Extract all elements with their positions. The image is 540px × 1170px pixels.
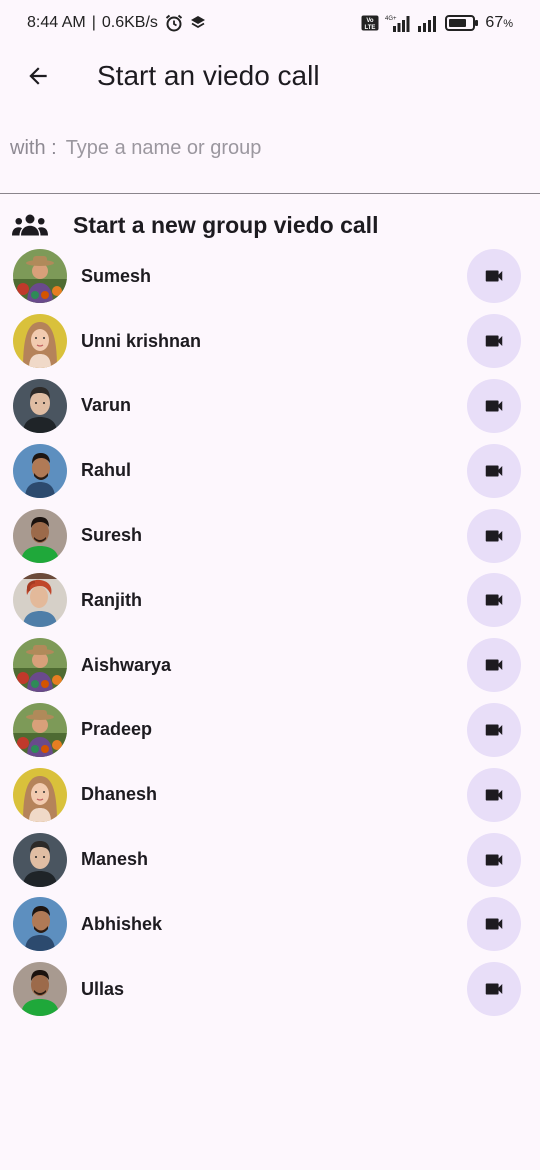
contact-name: Varun	[81, 395, 132, 416]
video-call-button[interactable]	[467, 508, 521, 563]
alarm-icon	[164, 13, 184, 33]
svg-text:Vo: Vo	[367, 18, 375, 24]
contact-row[interactable]: Suresh	[0, 503, 540, 568]
avatar	[13, 832, 67, 887]
page-title: Start an viedo call	[97, 60, 320, 91]
contact-name: Rahul	[81, 460, 132, 481]
avatar	[13, 962, 67, 1017]
volte-icon: Vo LTE	[361, 15, 379, 31]
avatar	[13, 443, 67, 498]
layers-icon	[190, 15, 206, 31]
avatar	[13, 638, 67, 693]
videocam-icon	[485, 465, 503, 477]
with-label: with :	[10, 136, 57, 159]
status-left: 8:44 AM | 0.6KB/s	[27, 13, 206, 33]
group-icon	[12, 213, 48, 237]
status-bar: 8:44 AM | 0.6KB/s Vo LTE 4G+ 67%	[0, 0, 540, 46]
status-separator: |	[91, 14, 96, 31]
status-right: Vo LTE 4G+ 67%	[361, 14, 513, 32]
video-call-button[interactable]	[467, 832, 521, 887]
videocam-icon	[485, 270, 503, 282]
videocam-icon	[485, 335, 503, 347]
contact-row[interactable]: Sumesh	[0, 244, 540, 309]
contact-name: Manesh	[81, 849, 149, 870]
app-bar: Start an viedo call	[0, 46, 540, 106]
contact-row[interactable]: Aishwarya	[0, 633, 540, 698]
contact-name: Ullas	[81, 978, 125, 999]
video-call-button[interactable]	[467, 638, 521, 693]
contact-list: Sumesh Unni krishnan Varun Rahul Suresh …	[0, 244, 540, 1022]
back-button[interactable]	[13, 51, 63, 101]
videocam-icon	[485, 724, 503, 736]
contact-row[interactable]: Pradeep	[0, 698, 540, 763]
video-call-button[interactable]	[467, 573, 521, 628]
videocam-icon	[485, 400, 503, 412]
videocam-icon	[485, 530, 503, 542]
arrow-left-icon	[29, 67, 47, 85]
video-call-button[interactable]	[467, 314, 521, 369]
contact-name: Aishwarya	[81, 654, 172, 675]
svg-text:LTE: LTE	[365, 25, 376, 31]
avatar	[13, 249, 67, 304]
contact-row[interactable]: Unni krishnan	[0, 309, 540, 374]
avatar	[13, 508, 67, 563]
videocam-icon	[485, 983, 503, 995]
signal-icon: 4G+	[385, 14, 411, 32]
contact-name: Abhishek	[81, 913, 163, 934]
videocam-icon	[485, 659, 503, 671]
contact-row[interactable]: Dhanesh	[0, 762, 540, 827]
video-call-button[interactable]	[467, 897, 521, 952]
divider	[0, 193, 540, 194]
contact-name: Sumesh	[81, 265, 152, 286]
recipient-search-input[interactable]	[65, 136, 486, 160]
new-group-call-row[interactable]: Start a new group viedo call	[0, 202, 540, 248]
avatar	[13, 573, 67, 628]
videocam-icon	[485, 789, 503, 801]
contact-row[interactable]: Ranjith	[0, 568, 540, 633]
svg-text:4G+: 4G+	[385, 16, 397, 22]
contact-row[interactable]: Rahul	[0, 438, 540, 503]
avatar	[13, 702, 67, 757]
signal-icon	[417, 14, 439, 32]
avatar	[13, 314, 67, 369]
status-time: 8:44 AM	[27, 14, 86, 31]
contact-row[interactable]: Varun	[0, 374, 540, 439]
contact-row[interactable]: Abhishek	[0, 892, 540, 957]
video-call-button[interactable]	[467, 962, 521, 1017]
contact-name: Pradeep	[81, 719, 153, 740]
battery-icon	[445, 14, 479, 32]
new-group-call-label: Start a new group viedo call	[73, 211, 379, 238]
avatar	[13, 767, 67, 822]
avatar	[13, 378, 67, 433]
status-speed: 0.6KB/s	[101, 14, 158, 31]
video-call-button[interactable]	[467, 443, 521, 498]
video-call-button[interactable]	[467, 249, 521, 304]
videocam-icon	[485, 594, 503, 606]
videocam-icon	[485, 854, 503, 866]
contact-name: Dhanesh	[81, 784, 158, 805]
recipient-search-row: with :	[10, 128, 530, 168]
contact-name: Ranjith	[81, 589, 142, 610]
battery-percent: 67%	[485, 14, 513, 31]
contact-name: Unni krishnan	[81, 330, 202, 351]
contact-row[interactable]: Ullas	[0, 957, 540, 1022]
video-call-button[interactable]	[467, 378, 521, 433]
contact-row[interactable]: Manesh	[0, 827, 540, 892]
videocam-icon	[485, 918, 503, 930]
video-call-button[interactable]	[467, 702, 521, 757]
video-call-button[interactable]	[467, 767, 521, 822]
avatar	[13, 897, 67, 952]
contact-name: Suresh	[81, 525, 143, 546]
